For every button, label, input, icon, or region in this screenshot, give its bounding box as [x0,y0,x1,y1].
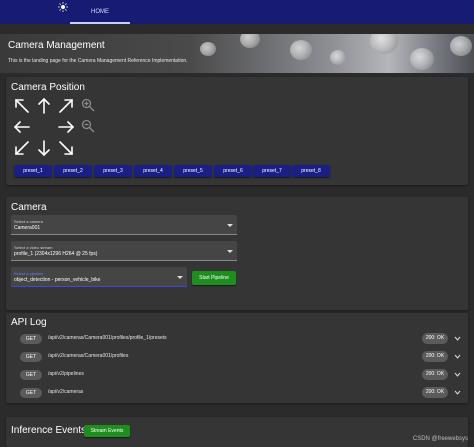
http-method-badge: GET [20,370,42,380]
http-method-badge: GET [20,334,42,344]
request-path: /api/v2/cameras/Camera001/profiles [48,353,129,359]
api-log-title: API Log [11,317,47,328]
http-method-badge: GET [20,352,42,362]
preset-button[interactable]: preset_8 [292,165,330,177]
status-badge: 200: OK [422,387,448,398]
top-nav-bar: HOME [0,0,474,24]
arrow-up-right-icon[interactable] [57,97,75,115]
pipeline-select[interactable]: Select a pipeline object_detection - per… [11,267,187,287]
camera-title: Camera [11,202,47,213]
chevron-down-icon [177,276,183,279]
chevron-down-icon[interactable] [454,371,461,378]
start-pipeline-button[interactable]: Start Pipeline [192,271,236,285]
hero-banner: Camera Management This is the landing pa… [0,34,474,73]
arrow-up-left-icon[interactable] [13,97,31,115]
request-path: /api/v2/pipelines [48,371,84,377]
request-path: /api/v2/cameras/Camera001/profiles/profi… [48,335,167,341]
camera-photo [410,48,434,70]
stream-select-value: profile_1 (2304x1296 H264 @ 25 fps) [14,251,98,257]
api-log-row[interactable]: GET /api/v2/cameras/Camera001/profiles 2… [20,350,464,366]
pipeline-select-value: object_detection - person_vehicle_bike [14,277,101,283]
preset-button[interactable]: preset_2 [54,165,92,177]
camera-photo [240,34,260,48]
camera-select-value: Camera001 [14,225,41,231]
zoom-out-icon[interactable] [81,119,95,133]
http-method-badge: GET [20,388,42,398]
preset-button[interactable]: preset_6 [214,165,252,177]
camera-select[interactable]: Select a camera Camera001 [11,215,237,235]
preset-button[interactable]: preset_3 [94,165,132,177]
camera-photo [200,42,216,56]
page-subtitle: This is the landing page for the Camera … [8,58,188,64]
request-path: /api/v2/cameras [48,389,84,395]
stream-select-label: Select a video stream [14,245,53,250]
preset-button[interactable]: preset_7 [253,165,291,177]
status-badge: 200: OK [422,351,448,362]
inference-events-title: Inference Events [11,425,87,436]
chevron-down-icon[interactable] [454,389,461,396]
status-badge: 200: OK [422,369,448,380]
stream-events-button[interactable]: Stream Events [84,425,130,437]
stream-select[interactable]: Select a video stream profile_1 (2304x12… [11,241,237,261]
tab-home-indicator [70,22,130,24]
api-log-row[interactable]: GET /api/v2/pipelines 200: OK [20,368,464,384]
page-title: Camera Management [8,40,105,51]
camera-select-label: Select a camera [14,219,43,224]
camera-photo [370,34,398,54]
sun-icon[interactable] [58,2,68,12]
camera-photo [290,40,312,60]
preset-button[interactable]: preset_5 [174,165,212,177]
zoom-in-icon[interactable] [81,98,95,112]
preset-button[interactable]: preset_4 [134,165,172,177]
chevron-down-icon [227,250,233,253]
inference-events-card: Inference Events [6,417,468,447]
arrow-up-icon[interactable] [35,97,53,115]
pipeline-select-label: Select a pipeline [14,271,44,276]
arrow-right-icon[interactable] [57,118,75,136]
chevron-down-icon[interactable] [454,335,461,342]
camera-photo [330,50,346,65]
api-log-row[interactable]: GET /api/v2/cameras/Camera001/profiles/p… [20,332,464,348]
api-log-row[interactable]: GET /api/v2/cameras 200: OK [20,386,464,402]
chevron-down-icon[interactable] [454,353,461,360]
camera-photo [450,36,472,56]
arrow-down-icon[interactable] [35,139,53,157]
tab-home[interactable]: HOME [70,0,130,24]
watermark: CSDN @freewebsys [412,436,468,442]
status-badge: 200: OK [422,333,448,344]
arrow-left-icon[interactable] [13,118,31,136]
preset-button[interactable]: preset_1 [14,165,52,177]
camera-position-title: Camera Position [11,82,85,93]
arrow-down-left-icon[interactable] [13,139,31,157]
arrow-down-right-icon[interactable] [57,139,75,157]
chevron-down-icon [227,224,233,227]
